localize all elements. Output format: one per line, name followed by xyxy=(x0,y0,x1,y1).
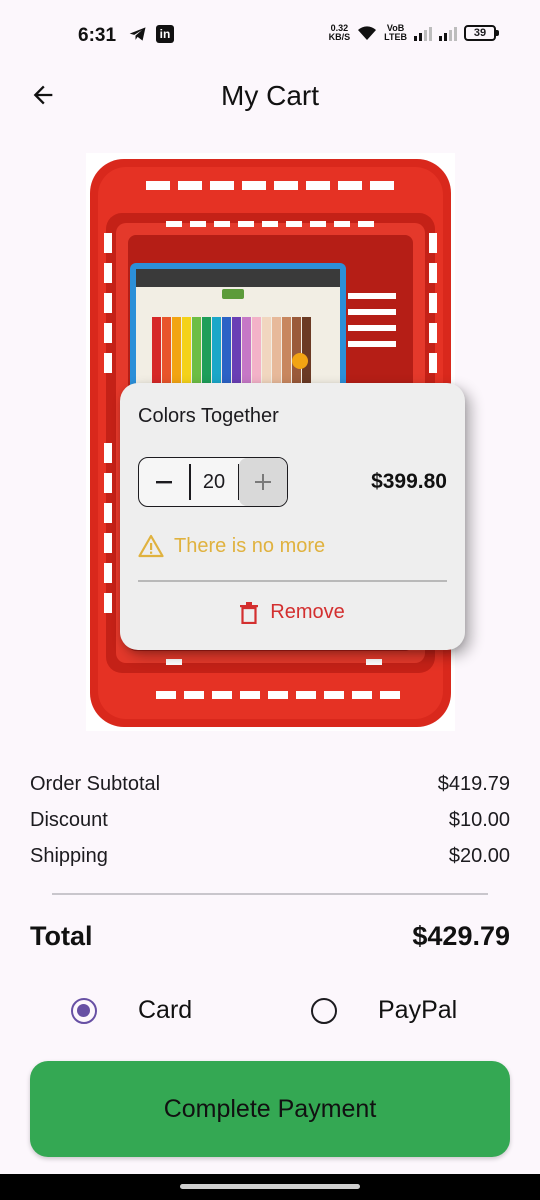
stock-warning-text: There is no more xyxy=(174,534,326,557)
summary-label: Discount xyxy=(30,809,108,831)
payment-option-label: PayPal xyxy=(378,996,458,1024)
summary-value: $10.00 xyxy=(448,809,510,831)
stock-warning: There is no more xyxy=(138,534,325,558)
status-time: 6:31 xyxy=(78,25,117,46)
payment-option-paypal[interactable]: PayPal xyxy=(311,996,457,1025)
telegram-icon xyxy=(129,27,146,41)
navigation-bar xyxy=(0,1174,540,1200)
summary-row-shipping: Shipping $20.00 xyxy=(30,845,510,868)
quantity-stepper: 20 xyxy=(138,457,288,507)
total-value: $429.79 xyxy=(412,921,510,951)
summary-label: Order Subtotal xyxy=(30,773,161,795)
plus-icon xyxy=(255,474,271,490)
network-speed: 0.32 KB/S xyxy=(328,23,351,42)
card-divider xyxy=(138,580,447,582)
summary-label: Shipping xyxy=(30,845,108,867)
paypal-radio[interactable] xyxy=(311,997,337,1024)
volte-indicator: VoB LTEB xyxy=(384,23,407,42)
summary-row-subtotal: Order Subtotal $419.79 xyxy=(30,773,510,796)
linkedin-icon: in xyxy=(156,25,174,43)
quantity-value[interactable]: 20 xyxy=(191,471,238,494)
home-gesture-handle[interactable] xyxy=(180,1184,360,1189)
card-radio[interactable] xyxy=(71,997,97,1024)
item-name: Colors Together xyxy=(138,405,279,427)
cart-item-card: Colors Together 20 $399.80 There is no m… xyxy=(120,383,465,650)
total-label: Total xyxy=(30,921,93,951)
decrease-quantity-button[interactable] xyxy=(139,458,189,506)
payment-option-card[interactable]: Card xyxy=(71,996,192,1025)
signal-icon-sim2 xyxy=(439,25,457,41)
remove-label: Remove xyxy=(270,601,345,623)
trash-icon xyxy=(240,601,259,624)
signal-icon xyxy=(414,25,432,41)
item-price: $399.80 xyxy=(371,470,447,493)
summary-divider xyxy=(52,893,488,895)
summary-row-discount: Discount $10.00 xyxy=(30,809,510,832)
complete-payment-button[interactable]: Complete Payment xyxy=(30,1061,510,1157)
summary-value: $419.79 xyxy=(437,773,510,795)
total-row: Total $429.79 xyxy=(30,921,510,952)
increase-quantity-button[interactable] xyxy=(239,458,287,506)
summary-value: $20.00 xyxy=(448,845,510,867)
payment-option-label: Card xyxy=(138,996,193,1024)
minus-icon xyxy=(156,481,172,484)
page-title: My Cart xyxy=(221,80,319,111)
warning-icon xyxy=(138,534,164,558)
wifi-icon xyxy=(358,26,377,40)
status-bar: 6:31 in 0.32 KB/S VoB LTEB 39 xyxy=(0,0,540,70)
battery-icon: 39 xyxy=(464,25,499,41)
remove-button[interactable]: Remove xyxy=(120,601,465,624)
